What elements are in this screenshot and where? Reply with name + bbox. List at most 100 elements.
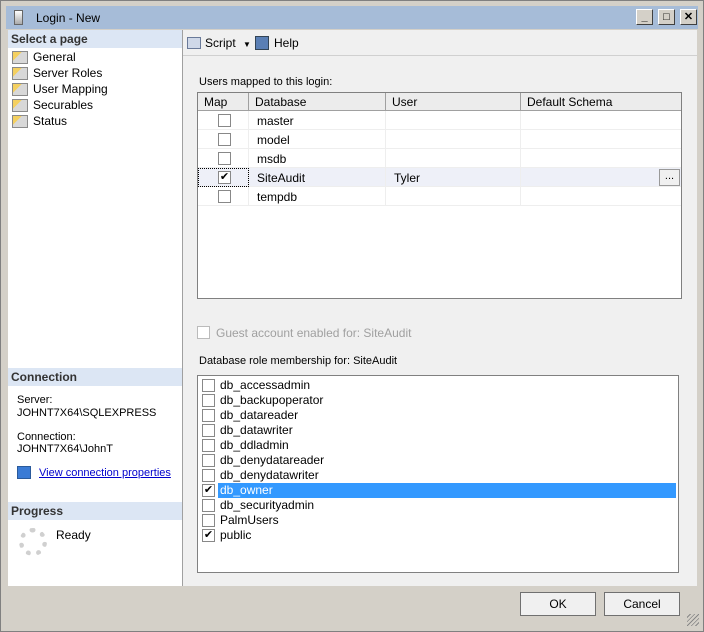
database-cell: master [249, 111, 386, 130]
role-membership-label: Database role membership for: SiteAudit [199, 355, 398, 367]
progress-spinner-icon [19, 528, 47, 556]
role-checkbox[interactable]: ✔ [202, 484, 215, 497]
map-checkbox[interactable] [218, 114, 231, 127]
database-cell: msdb [249, 149, 386, 168]
page-icon [12, 83, 28, 96]
table-row[interactable]: master [198, 111, 681, 130]
user-cell[interactable] [386, 130, 521, 149]
user-mapping-grid: Map Database User Default Schema master … [197, 92, 682, 299]
connection-header: Connection [8, 368, 182, 386]
sidebar-item-label: General [33, 50, 76, 64]
map-checkbox[interactable]: ✔ [218, 171, 231, 184]
map-checkbox[interactable] [218, 152, 231, 165]
browse-schema-button[interactable]: ... [659, 169, 680, 186]
user-cell[interactable]: Tyler [386, 168, 521, 187]
help-button[interactable]: Help [255, 34, 299, 52]
title-bar: Login - New _ □ ✕ [6, 6, 698, 29]
database-cell: tempdb [249, 187, 386, 206]
users-mapped-label: Users mapped to this login: [199, 76, 333, 88]
ok-button[interactable]: OK [520, 592, 596, 616]
view-connection-properties-link[interactable]: View connection properties [39, 467, 171, 479]
dropdown-arrow-icon: ▼ [243, 40, 251, 49]
script-icon [187, 37, 201, 49]
page-icon [12, 115, 28, 128]
role-checkbox[interactable] [202, 514, 215, 527]
map-checkbox[interactable] [218, 190, 231, 203]
role-item-db_datareader[interactable]: db_datareader [200, 408, 678, 423]
schema-cell[interactable] [521, 168, 681, 187]
schema-cell[interactable] [521, 130, 681, 149]
guest-account-checkbox[interactable] [197, 326, 210, 339]
guest-account-label: Guest account enabled for: SiteAudit [216, 326, 412, 340]
connection-properties-icon [17, 466, 31, 479]
role-name: db_accessadmin [220, 378, 311, 392]
sidebar-item-securables[interactable]: Securables [12, 98, 93, 114]
user-cell[interactable] [386, 149, 521, 168]
map-checkbox[interactable] [218, 133, 231, 146]
schema-cell[interactable] [521, 149, 681, 168]
role-item-db_datawriter[interactable]: db_datawriter [200, 423, 678, 438]
table-row[interactable]: ✔ SiteAudit Tyler ... [198, 168, 681, 187]
role-checkbox[interactable] [202, 499, 215, 512]
minimize-button[interactable]: _ [636, 9, 653, 25]
server-value: JOHNT7X64\SQLEXPRESS [17, 407, 157, 419]
role-checkbox[interactable] [202, 424, 215, 437]
role-item-db_denydatareader[interactable]: db_denydatareader [200, 453, 678, 468]
role-item-public[interactable]: ✔ public [200, 528, 678, 543]
role-item-db_backupoperator[interactable]: db_backupoperator [200, 393, 678, 408]
sidebar-item-server-roles[interactable]: Server Roles [12, 66, 102, 82]
column-header-default-schema[interactable]: Default Schema [521, 93, 681, 111]
connection-value: JOHNT7X64\JohnT [17, 443, 113, 455]
sidebar-item-label: Securables [33, 98, 94, 112]
role-name: PalmUsers [220, 513, 279, 527]
role-item-db_denydatawriter[interactable]: db_denydatawriter [200, 468, 678, 483]
database-cell: SiteAudit [249, 168, 386, 187]
role-checkbox[interactable] [202, 409, 215, 422]
sidebar-item-general[interactable]: General [12, 50, 76, 66]
sidebar-item-status[interactable]: Status [12, 114, 67, 130]
resize-grip-icon[interactable] [687, 614, 699, 626]
role-checkbox[interactable]: ✔ [202, 529, 215, 542]
role-checkbox[interactable] [202, 394, 215, 407]
role-name: db_ddladmin [220, 438, 289, 452]
script-label: Script [205, 36, 236, 50]
help-label: Help [274, 36, 299, 50]
role-item-db_owner[interactable]: ✔ db_owner [200, 483, 678, 498]
maximize-button[interactable]: □ [658, 9, 675, 25]
column-header-map[interactable]: Map [198, 93, 249, 111]
role-name: db_backupoperator [220, 393, 324, 407]
schema-cell[interactable] [521, 187, 681, 206]
sidebar-item-user-mapping[interactable]: User Mapping [12, 82, 108, 98]
sidebar-item-label: Server Roles [33, 66, 103, 80]
window-icon [14, 10, 23, 25]
table-row[interactable]: msdb [198, 149, 681, 168]
page-icon [12, 51, 28, 64]
column-header-user[interactable]: User [386, 93, 521, 111]
role-item-db_ddladmin[interactable]: db_ddladmin [200, 438, 678, 453]
connection-label: Connection: [17, 431, 76, 443]
role-item-palmusers[interactable]: PalmUsers [200, 513, 678, 528]
role-checkbox[interactable] [202, 439, 215, 452]
page-icon [12, 67, 28, 80]
schema-cell[interactable] [521, 111, 681, 130]
user-cell[interactable] [386, 111, 521, 130]
role-checkbox[interactable] [202, 379, 215, 392]
table-row[interactable]: model [198, 130, 681, 149]
role-name: public [220, 528, 252, 542]
column-header-database[interactable]: Database [249, 93, 386, 111]
role-item-db_accessadmin[interactable]: db_accessadmin [200, 378, 678, 393]
role-checkbox[interactable] [202, 469, 215, 482]
role-item-db_securityadmin[interactable]: db_securityadmin [200, 498, 678, 513]
table-row[interactable]: tempdb [198, 187, 681, 206]
role-name: db_datareader [220, 408, 299, 422]
toolbar: Script ▼ Help [183, 30, 697, 56]
close-button[interactable]: ✕ [680, 9, 697, 25]
progress-header: Progress [8, 502, 182, 520]
cancel-button[interactable]: Cancel [604, 592, 680, 616]
role-checkbox[interactable] [202, 454, 215, 467]
script-button[interactable]: Script ▼ [187, 34, 251, 52]
user-cell[interactable] [386, 187, 521, 206]
progress-status: Ready [56, 528, 91, 542]
role-membership-list: db_accessadmin db_backupoperator db_datare… [197, 375, 679, 573]
window-title: Login - New [36, 11, 101, 25]
